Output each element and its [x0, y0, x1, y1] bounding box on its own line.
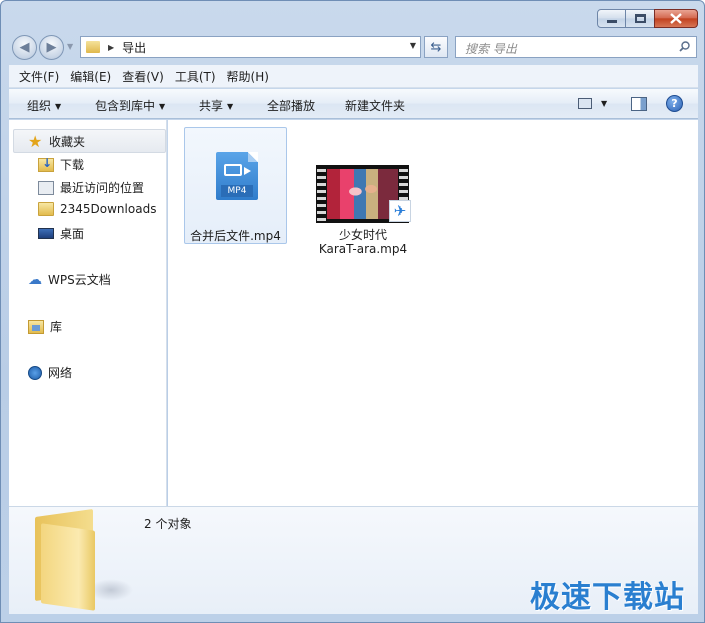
file-name-line1: 少女时代 [338, 228, 387, 242]
arrow-left-icon: ◀ [19, 40, 30, 55]
desktop-icon [38, 228, 54, 239]
menu-edit[interactable]: 编辑(E) [70, 68, 111, 85]
mp4-file-icon: MP4 [216, 152, 258, 200]
mp4-icon-label: MP4 [221, 185, 253, 197]
close-icon [670, 13, 682, 24]
sidebar-item-libraries[interactable]: 库 [28, 318, 62, 335]
caption-buttons [597, 9, 698, 28]
sidebar-item-desktop[interactable]: 桌面 [38, 225, 84, 242]
video-camera-icon [224, 164, 251, 176]
search-placeholder: 搜索 导出 [465, 42, 517, 56]
menu-help[interactable]: 帮助(H) [227, 68, 269, 85]
recent-places-icon [38, 180, 54, 195]
network-icon [28, 365, 42, 380]
sidebar-item-label: 最近访问的位置 [60, 181, 145, 195]
minimize-icon [606, 20, 617, 23]
breadcrumb-arrow-icon[interactable]: ▶ [108, 43, 114, 52]
downloads-folder-icon [38, 156, 54, 172]
player-app-bird-icon: ✈ [389, 200, 411, 222]
preview-pane-icon[interactable] [631, 97, 647, 111]
refresh-icon: ⇆ [430, 39, 442, 55]
favorites-item[interactable]: ★ 收藏夹 [28, 133, 85, 150]
sidebar-item-2345downloads[interactable]: 2345Downloads [38, 202, 156, 216]
recent-pages-dropdown[interactable]: ▼ [67, 42, 73, 51]
sidebar-item-label: 网络 [48, 366, 73, 380]
forward-button[interactable]: ▶ [39, 35, 64, 60]
sidebar-item-network[interactable]: 网络 [28, 364, 72, 381]
chevron-down-icon: ▼ [55, 102, 62, 111]
search-input[interactable]: 搜索 导出 [455, 36, 697, 58]
sidebar-item-wps-cloud[interactable]: ☁ WPS云文档 [28, 271, 111, 288]
video-frame-image [327, 169, 398, 219]
include-in-library-button[interactable]: 包含到库中 ▼ [95, 97, 165, 114]
sidebar-item-downloads[interactable]: 下载 [38, 156, 84, 173]
item-count: 2 个对象 [144, 517, 192, 531]
maximize-button[interactable] [625, 9, 655, 28]
view-options-dropdown-icon[interactable]: ▼ [601, 99, 607, 108]
address-dropdown-icon[interactable]: ▼ [410, 41, 416, 50]
sidebar-item-label: 下载 [60, 158, 85, 172]
include-in-library-label: 包含到库中 [95, 99, 156, 113]
file-list[interactable]: MP4 合并后文件.mp4 ✈ 少女时代 KaraT-ara.mp4 [168, 120, 698, 506]
back-button[interactable]: ◀ [12, 35, 37, 60]
folder-icon [86, 41, 100, 53]
close-button[interactable] [654, 9, 698, 28]
address-bar[interactable]: ▶ 导出 ▼ [80, 36, 421, 58]
libraries-icon [28, 319, 44, 334]
file-name: 合并后文件.mp4 [190, 229, 281, 243]
organize-label: 组织 [27, 99, 52, 113]
star-icon: ★ [28, 131, 43, 151]
menu-file[interactable]: 文件(F) [19, 68, 59, 85]
folder-shadow [89, 579, 133, 601]
organize-button[interactable]: 组织 ▼ [27, 97, 61, 114]
help-icon[interactable]: ? [666, 95, 683, 112]
sidebar-item-recent-places[interactable]: 最近访问的位置 [38, 179, 144, 196]
command-bar: 组织 ▼ 包含到库中 ▼ 共享 ▼ 全部播放 新建文件夹 ▼ ? [9, 89, 698, 119]
minimize-button[interactable] [597, 9, 626, 28]
play-all-button[interactable]: 全部播放 [267, 97, 315, 114]
share-label: 共享 [199, 99, 224, 113]
film-strip-edge [317, 165, 326, 223]
cloud-icon: ☁ [28, 271, 42, 288]
refresh-button[interactable]: ⇆ [424, 36, 448, 58]
chevron-down-icon: ▼ [159, 102, 166, 111]
new-folder-button[interactable]: 新建文件夹 [345, 97, 405, 114]
large-folder-icon-front [41, 523, 95, 611]
menu-view[interactable]: 查看(V) [122, 68, 164, 85]
menu-tools[interactable]: 工具(T) [175, 68, 216, 85]
sidebar-item-label: 2345Downloads [60, 202, 157, 216]
sidebar-item-label: 桌面 [60, 227, 85, 241]
arrow-right-icon: ▶ [46, 40, 57, 55]
sidebar-item-label: WPS云文档 [48, 273, 111, 287]
search-icon[interactable] [679, 41, 690, 52]
chevron-down-icon: ▼ [227, 102, 234, 111]
file-item-merged-mp4[interactable]: MP4 合并后文件.mp4 [184, 127, 287, 244]
explorer-window: ◀ ▶ ▼ ▶ 导出 ▼ ⇆ 搜索 导出 文件(F) 编辑(E) 查看(V) 工… [0, 0, 705, 623]
navigation-pane: ★ 收藏夹 下载 最近访问的位置 2345Downloads 桌面 ☁ WPS云… [9, 120, 167, 506]
watermark-logo: 极速下载站 [530, 580, 685, 615]
sidebar-item-label: 库 [50, 320, 63, 334]
breadcrumb-current-folder[interactable]: 导出 [122, 39, 146, 56]
file-name-line2: KaraT-ara.mp4 [318, 242, 408, 256]
share-button[interactable]: 共享 ▼ [199, 97, 233, 114]
maximize-icon [634, 14, 646, 23]
menu-bar: 文件(F) 编辑(E) 查看(V) 工具(T) 帮助(H) [9, 65, 698, 88]
folder-icon [38, 202, 54, 216]
favorites-label: 收藏夹 [49, 135, 86, 149]
change-view-icon[interactable] [578, 98, 592, 109]
